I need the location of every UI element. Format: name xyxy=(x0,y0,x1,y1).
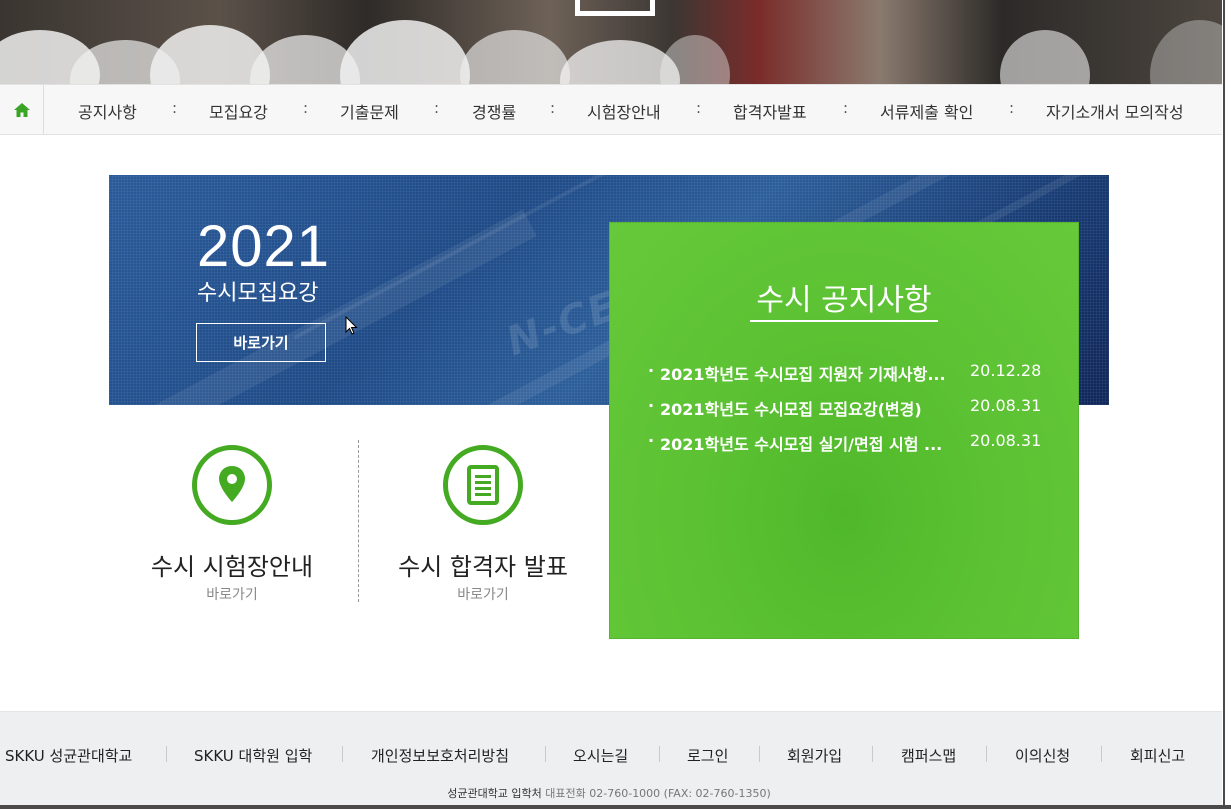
notice-item-date: 20.08.31 xyxy=(970,396,1042,415)
footer-separator xyxy=(759,746,760,762)
nav-separator: : xyxy=(696,99,702,117)
bullet: · xyxy=(648,396,655,415)
footer-separator xyxy=(342,746,343,762)
footer-link-grad-admission[interactable]: SKKU 대학원 입학 xyxy=(194,745,312,766)
footer: SKKU 성균관대학교 SKKU 대학원 입학 개인정보보호처리방침 오시는길 … xyxy=(0,711,1222,805)
notice-item[interactable]: · 2021학년도 수시모집 실기/면접 시험 ... 20.08.31 xyxy=(648,431,1048,455)
nav-item-exam-site[interactable]: 시험장안내 xyxy=(587,99,661,123)
footer-link-recusal-report[interactable]: 회피신고 xyxy=(1130,745,1185,766)
notice-item-title[interactable]: 2021학년도 수시모집 실기/면접 시험 ... xyxy=(660,431,956,455)
mouse-cursor-icon xyxy=(345,316,358,335)
quick-link-title: 수시 합격자 발표 xyxy=(398,553,568,581)
footer-separator xyxy=(166,746,167,762)
bullet: · xyxy=(648,361,655,380)
main-nav: 공지사항 : 모집요강 : 기출문제 : 경쟁률 : 시험장안내 : 합격자발표… xyxy=(0,84,1222,135)
banner-go-button[interactable]: 바로가기 xyxy=(196,323,326,362)
hero-image xyxy=(0,0,1222,84)
notice-item-title[interactable]: 2021학년도 수시모집 모집요강(변경) xyxy=(660,396,956,420)
footer-link-signup[interactable]: 회원가입 xyxy=(787,745,842,766)
footer-link-login[interactable]: 로그인 xyxy=(687,745,728,766)
nav-item-admission-guide[interactable]: 모집요강 xyxy=(209,99,268,123)
nav-item-essay-practice[interactable]: 자기소개서 모의작성 xyxy=(1046,99,1184,123)
notice-item[interactable]: · 2021학년도 수시모집 모집요강(변경) 20.08.31 xyxy=(648,396,1048,420)
quick-link-exam-site[interactable]: 수시 시험장안내 바로가기 xyxy=(117,445,347,604)
notice-title-underline xyxy=(750,320,938,322)
window-frame-bottom xyxy=(0,805,1231,809)
nav-separator: : xyxy=(550,99,556,117)
footer-link-campus-map[interactable]: 캠퍼스맵 xyxy=(901,745,956,766)
nav-separator: : xyxy=(434,99,440,117)
home-button[interactable] xyxy=(0,85,44,134)
notice-item-title[interactable]: 2021학년도 수시모집 지원자 기재사항... xyxy=(660,361,956,385)
footer-org: 성균관대학교 입학처 xyxy=(447,787,542,800)
quick-link-results[interactable]: 수시 합격자 발표 바로가기 xyxy=(368,445,598,604)
footer-phone: 대표전화 02-760-1000 (FAX: 02-760-1350) xyxy=(545,787,771,800)
nav-item-past-exams[interactable]: 기출문제 xyxy=(340,99,399,123)
notice-item-date: 20.12.28 xyxy=(970,361,1042,380)
home-icon xyxy=(13,102,30,117)
nav-item-notice[interactable]: 공지사항 xyxy=(78,99,137,123)
footer-separator xyxy=(1101,746,1102,762)
nav-separator: : xyxy=(1009,99,1015,117)
footer-link-appeal[interactable]: 이의신청 xyxy=(1015,745,1070,766)
footer-separator xyxy=(545,746,546,762)
divider xyxy=(358,440,359,602)
footer-link-skku[interactable]: SKKU 성균관대학교 xyxy=(5,745,132,766)
hero-title-fragment xyxy=(575,0,655,16)
location-pin-icon xyxy=(192,445,272,525)
banner-subtitle: 수시모집요강 xyxy=(197,281,319,306)
notice-item-date: 20.08.31 xyxy=(970,431,1042,450)
nav-item-results[interactable]: 합격자발표 xyxy=(733,99,807,123)
nav-separator: : xyxy=(843,99,849,117)
footer-separator xyxy=(986,746,987,762)
footer-separator xyxy=(659,746,660,762)
nav-item-document-check[interactable]: 서류제출 확인 xyxy=(880,99,973,123)
footer-info: 성균관대학교 입학처 대표전화 02-760-1000 (FAX: 02-760… xyxy=(0,785,1218,801)
notice-item[interactable]: · 2021학년도 수시모집 지원자 기재사항... 20.12.28 xyxy=(648,361,1048,385)
bullet: · xyxy=(648,431,655,450)
footer-link-directions[interactable]: 오시는길 xyxy=(573,745,628,766)
quick-link-title: 수시 시험장안내 xyxy=(150,553,314,581)
notice-panel: 수시 공지사항 · 2021학년도 수시모집 지원자 기재사항... 20.12… xyxy=(609,222,1079,639)
quick-link-sub[interactable]: 바로가기 xyxy=(368,584,598,604)
nav-item-competition-rate[interactable]: 경쟁률 xyxy=(472,99,516,123)
nav-separator: : xyxy=(303,99,309,117)
document-icon xyxy=(443,445,523,525)
footer-separator xyxy=(872,746,873,762)
quick-link-sub[interactable]: 바로가기 xyxy=(117,584,347,604)
notice-title[interactable]: 수시 공지사항 xyxy=(610,275,1078,319)
window-frame-right xyxy=(1223,0,1231,809)
nav-separator: : xyxy=(172,99,178,117)
footer-link-privacy-policy[interactable]: 개인정보보호처리방침 xyxy=(371,745,509,766)
banner-year: 2021 xyxy=(197,214,331,279)
